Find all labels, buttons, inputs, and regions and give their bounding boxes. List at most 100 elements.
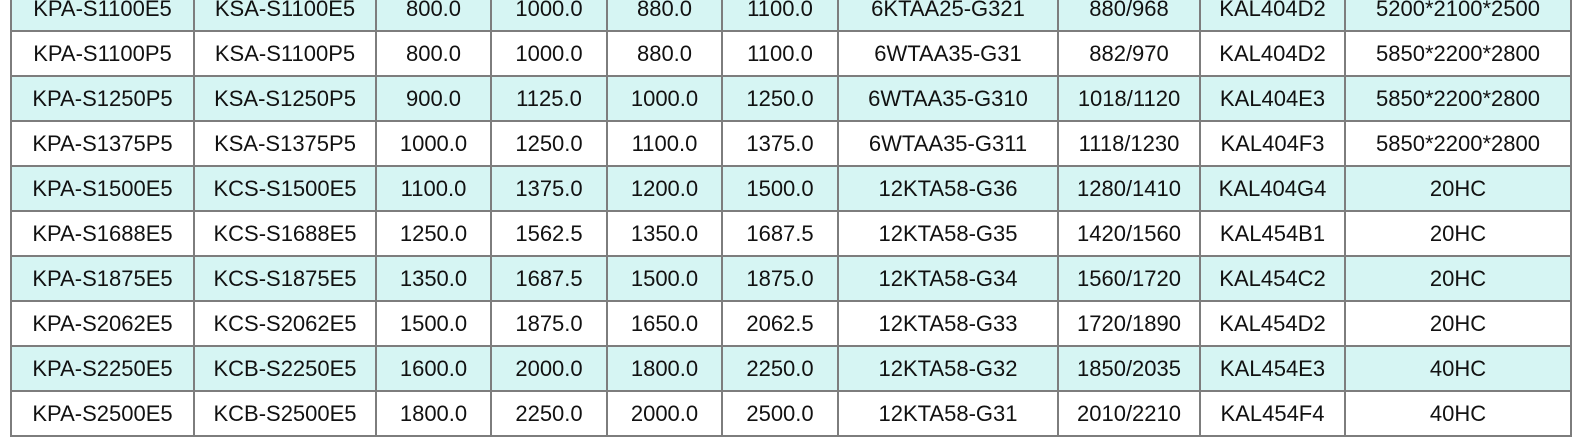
- cell-prime-kw: 1500.0: [375, 300, 492, 347]
- cell-alternator: KAL404E3: [1199, 75, 1346, 122]
- cell-engine: 12KTA58-G33: [837, 300, 1059, 347]
- cell-prime-kva: 1687.5: [490, 255, 608, 302]
- cell-prime-kw: 1350.0: [375, 255, 492, 302]
- cell-model: KSA-S1250P5: [193, 75, 377, 122]
- cell-engine-power: 1018/1120: [1057, 75, 1201, 122]
- cell-standby-kw: 1350.0: [606, 210, 723, 257]
- cell-engine: 12KTA58-G36: [837, 165, 1059, 212]
- cell-standby-kw: 2000.0: [606, 390, 723, 437]
- cell-alternator: KAL404G4: [1199, 165, 1346, 212]
- table-row: KPA-S1875E5 KCS-S1875E5 1350.0 1687.5 15…: [10, 255, 1572, 302]
- cell-engine-power: 2010/2210: [1057, 390, 1201, 437]
- cell-prime-kva: 1000.0: [490, 30, 608, 77]
- cell-genset-model: KPA-S2250E5: [10, 345, 195, 392]
- cell-standby-kw: 1800.0: [606, 345, 723, 392]
- table-row: KPA-S2062E5 KCS-S2062E5 1500.0 1875.0 16…: [10, 300, 1572, 347]
- cell-standby-kva: 1875.0: [721, 255, 839, 302]
- cell-standby-kva: 1100.0: [721, 30, 839, 77]
- cell-engine: 12KTA58-G34: [837, 255, 1059, 302]
- cell-prime-kva: 1375.0: [490, 165, 608, 212]
- cell-dimensions: 20HC: [1344, 300, 1572, 347]
- cell-dimensions: 5200*2100*2500: [1344, 0, 1572, 32]
- cell-engine: 6WTAA35-G31: [837, 30, 1059, 77]
- cell-model: KSA-S1100E5: [193, 0, 377, 32]
- cell-standby-kva: 1100.0: [721, 0, 839, 32]
- cell-prime-kva: 1562.5: [490, 210, 608, 257]
- table-row: KPA-S1500E5 KCS-S1500E5 1100.0 1375.0 12…: [10, 165, 1572, 212]
- cell-prime-kw: 1100.0: [375, 165, 492, 212]
- cell-model: KSA-S1375P5: [193, 120, 377, 167]
- cell-prime-kw: 1600.0: [375, 345, 492, 392]
- cell-genset-model: KPA-S1250P5: [10, 75, 195, 122]
- cell-model: KCB-S2250E5: [193, 345, 377, 392]
- cell-prime-kw: 1000.0: [375, 120, 492, 167]
- cell-engine: 12KTA58-G35: [837, 210, 1059, 257]
- cell-standby-kva: 1250.0: [721, 75, 839, 122]
- cell-standby-kva: 1687.5: [721, 210, 839, 257]
- table-row: KPA-S1375P5 KSA-S1375P5 1000.0 1250.0 11…: [10, 120, 1572, 167]
- cell-alternator: KAL454C2: [1199, 255, 1346, 302]
- table-row: KPA-S1100P5 KSA-S1100P5 800.0 1000.0 880…: [10, 30, 1572, 77]
- cell-prime-kw: 1800.0: [375, 390, 492, 437]
- cell-genset-model: KPA-S1500E5: [10, 165, 195, 212]
- cell-dimensions: 5850*2200*2800: [1344, 75, 1572, 122]
- cell-dimensions: 20HC: [1344, 255, 1572, 302]
- cell-prime-kva: 1250.0: [490, 120, 608, 167]
- cell-dimensions: 5850*2200*2800: [1344, 120, 1572, 167]
- cell-alternator: KAL454F4: [1199, 390, 1346, 437]
- cell-standby-kw: 1650.0: [606, 300, 723, 347]
- cell-engine: 6WTAA35-G310: [837, 75, 1059, 122]
- cell-alternator: KAL404D2: [1199, 30, 1346, 77]
- cell-model: KCB-S2500E5: [193, 390, 377, 437]
- table-row: KPA-S1688E5 KCS-S1688E5 1250.0 1562.5 13…: [10, 210, 1572, 257]
- cell-standby-kw: 1000.0: [606, 75, 723, 122]
- cell-engine-power: 1118/1230: [1057, 120, 1201, 167]
- cell-genset-model: KPA-S1100E5: [10, 0, 195, 32]
- cell-prime-kva: 1000.0: [490, 0, 608, 32]
- cell-model: KSA-S1100P5: [193, 30, 377, 77]
- cell-prime-kw: 800.0: [375, 0, 492, 32]
- cell-standby-kw: 1200.0: [606, 165, 723, 212]
- cell-standby-kva: 1375.0: [721, 120, 839, 167]
- cell-prime-kva: 1125.0: [490, 75, 608, 122]
- cell-engine: 12KTA58-G31: [837, 390, 1059, 437]
- cell-prime-kva: 2250.0: [490, 390, 608, 437]
- cell-standby-kw: 1500.0: [606, 255, 723, 302]
- cell-prime-kw: 1250.0: [375, 210, 492, 257]
- cell-engine-power: 880/968: [1057, 0, 1201, 32]
- cell-genset-model: KPA-S1688E5: [10, 210, 195, 257]
- cell-engine-power: 1420/1560: [1057, 210, 1201, 257]
- cell-alternator: KAL404D2: [1199, 0, 1346, 32]
- cell-engine-power: 1280/1410: [1057, 165, 1201, 212]
- cell-genset-model: KPA-S2500E5: [10, 390, 195, 437]
- table-row: KPA-S1250P5 KSA-S1250P5 900.0 1125.0 100…: [10, 75, 1572, 122]
- table-body: KPA-S1100E5 KSA-S1100E5 800.0 1000.0 880…: [10, 0, 1572, 437]
- cell-standby-kw: 880.0: [606, 30, 723, 77]
- cell-standby-kw: 880.0: [606, 0, 723, 32]
- cell-alternator: KAL404F3: [1199, 120, 1346, 167]
- cell-model: KCS-S1688E5: [193, 210, 377, 257]
- cell-model: KCS-S1875E5: [193, 255, 377, 302]
- cell-model: KCS-S1500E5: [193, 165, 377, 212]
- table-row: KPA-S2500E5 KCB-S2500E5 1800.0 2250.0 20…: [10, 390, 1572, 437]
- cell-alternator: KAL454D2: [1199, 300, 1346, 347]
- cell-prime-kva: 1875.0: [490, 300, 608, 347]
- cell-standby-kva: 2062.5: [721, 300, 839, 347]
- cell-standby-kw: 1100.0: [606, 120, 723, 167]
- cell-engine-power: 1560/1720: [1057, 255, 1201, 302]
- cell-dimensions: 20HC: [1344, 165, 1572, 212]
- cell-engine-power: 882/970: [1057, 30, 1201, 77]
- cell-alternator: KAL454E3: [1199, 345, 1346, 392]
- cell-prime-kw: 900.0: [375, 75, 492, 122]
- table-row: KPA-S2250E5 KCB-S2250E5 1600.0 2000.0 18…: [10, 345, 1572, 392]
- cell-prime-kw: 800.0: [375, 30, 492, 77]
- cell-engine-power: 1720/1890: [1057, 300, 1201, 347]
- cell-dimensions: 40HC: [1344, 345, 1572, 392]
- cell-genset-model: KPA-S1375P5: [10, 120, 195, 167]
- cell-standby-kva: 1500.0: [721, 165, 839, 212]
- cell-engine-power: 1850/2035: [1057, 345, 1201, 392]
- cell-alternator: KAL454B1: [1199, 210, 1346, 257]
- cell-dimensions: 40HC: [1344, 390, 1572, 437]
- generator-spec-table: KPA-S1100E5 KSA-S1100E5 800.0 1000.0 880…: [10, 0, 1572, 437]
- cell-genset-model: KPA-S2062E5: [10, 300, 195, 347]
